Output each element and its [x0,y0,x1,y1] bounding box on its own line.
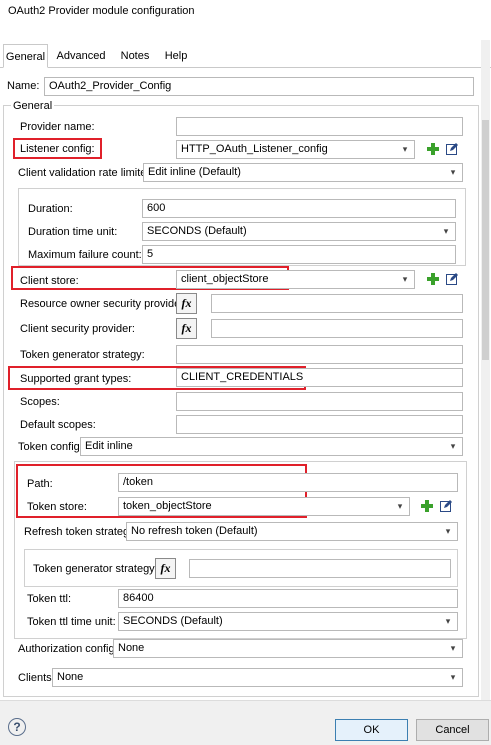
token-config-label: Token config [18,441,80,453]
duration-time-unit-label: Duration time unit: [28,226,118,238]
authorization-config-label: Authorization config [18,643,115,655]
title-bar: OAuth2 Provider module configuration [0,0,491,24]
supported-grant-types-input[interactable]: CLIENT_CREDENTIALS [176,368,463,387]
refresh-token-strategy-label: Refresh token strategy [24,526,135,538]
tab-label: Notes [120,50,150,62]
window-title: OAuth2 Provider module configuration [8,5,195,17]
tab-help[interactable]: Help [160,44,192,68]
provider-name-input[interactable] [176,117,463,136]
client-validation-rate-limiter-label: Client validation rate limiter [18,167,151,179]
client-security-provider-label: Client security provider: [20,323,135,335]
name-label: Name: [7,80,40,92]
add-icon[interactable] [427,273,439,285]
chevron-down-icon: ▾ [450,167,456,177]
clients-value: None [57,671,84,683]
max-failure-count-input[interactable]: 5 [142,245,456,264]
clients-select[interactable]: None ▾ [52,668,463,687]
supported-grant-types-label: Supported grant types: [20,373,132,385]
chevron-down-icon: ▾ [402,274,408,284]
client-store-select[interactable]: client_objectStore ▾ [176,270,415,289]
tab-label: Advanced [56,50,106,62]
token-ttl-input[interactable]: 86400 [118,589,458,608]
chevron-down-icon: ▾ [450,643,456,653]
client-validation-rate-limiter-select[interactable]: Edit inline (Default) ▾ [143,163,463,182]
add-icon[interactable] [421,500,433,512]
clients-label: Clients [18,672,52,684]
scrollbar-thumb[interactable] [482,120,489,360]
tab-notes[interactable]: Notes [115,44,155,68]
default-scopes-label: Default scopes: [20,419,96,431]
scopes-input[interactable] [176,392,463,411]
scopes-label: Scopes: [20,396,60,408]
tab-advanced[interactable]: Advanced [55,44,107,68]
chevron-down-icon: ▾ [397,501,403,511]
fx-icon[interactable]: fx [176,318,197,339]
provider-name-label: Provider name: [20,121,95,133]
listener-config-label: Listener config: [20,143,95,155]
token-generator-strategy-input[interactable] [189,559,451,578]
token-store-value: token_objectStore [123,500,212,512]
client-validation-rate-limiter-value: Edit inline (Default) [148,166,241,178]
token-config-value: Edit inline [85,440,133,452]
listener-config-select[interactable]: HTTP_OAuth_Listener_config ▾ [176,140,415,159]
edit-icon[interactable] [446,273,458,285]
tab-general[interactable]: General [3,44,48,68]
token-store-select[interactable]: token_objectStore ▾ [118,497,410,516]
chevron-down-icon: ▾ [445,616,451,626]
general-group-label: General [11,100,55,112]
token-path-label: Path: [27,478,53,490]
token-ttl-time-unit-value: SECONDS (Default) [123,615,223,627]
token-store-label: Token store: [27,501,87,513]
chevron-down-icon: ▾ [443,226,449,236]
edit-icon[interactable] [440,500,452,512]
chevron-down-icon: ▾ [402,144,408,154]
max-failure-count-label: Maximum failure count: [28,249,142,261]
help-icon[interactable]: ? [8,718,26,736]
authorization-config-value: None [118,642,145,654]
resource-owner-security-provider-label: Resource owner security provider: [20,298,187,310]
duration-input[interactable]: 600 [142,199,456,218]
duration-time-unit-select[interactable]: SECONDS (Default) ▾ [142,222,456,241]
token-path-input[interactable]: /token [118,473,458,492]
resource-owner-security-provider-input[interactable] [211,294,463,313]
tab-label: Help [164,50,188,62]
refresh-token-strategy-select[interactable]: No refresh token (Default) ▾ [126,522,458,541]
token-generator-strategy-input[interactable] [176,345,463,364]
fx-icon[interactable]: fx [176,293,197,314]
token-ttl-label: Token ttl: [27,593,72,605]
authorization-config-select[interactable]: None ▾ [113,639,463,658]
chevron-down-icon: ▾ [450,672,456,682]
token-ttl-time-unit-select[interactable]: SECONDS (Default) ▾ [118,612,458,631]
token-ttl-time-unit-label: Token ttl time unit: [27,616,116,628]
client-security-provider-input[interactable] [211,319,463,338]
chevron-down-icon: ▾ [445,526,451,536]
edit-icon[interactable] [446,143,458,155]
token-generator-strategy-label: Token generator strategy: [20,349,145,361]
token-generator-strategy-label: Token generator strategy: [33,563,158,575]
client-store-label: Client store: [20,275,79,287]
duration-time-unit-value: SECONDS (Default) [147,225,247,237]
default-scopes-input[interactable] [176,415,463,434]
duration-label: Duration: [28,203,73,215]
name-input[interactable]: OAuth2_Provider_Config [44,77,474,96]
cancel-button[interactable]: Cancel [416,719,489,741]
client-store-value: client_objectStore [181,273,269,285]
ok-button[interactable]: OK [335,719,408,741]
refresh-token-strategy-value: No refresh token (Default) [131,525,258,537]
token-config-select[interactable]: Edit inline ▾ [80,437,463,456]
fx-icon[interactable]: fx [155,558,176,579]
listener-config-value: HTTP_OAuth_Listener_config [181,143,328,155]
chevron-down-icon: ▾ [450,441,456,451]
tab-label: General [5,51,46,63]
add-icon[interactable] [427,143,439,155]
